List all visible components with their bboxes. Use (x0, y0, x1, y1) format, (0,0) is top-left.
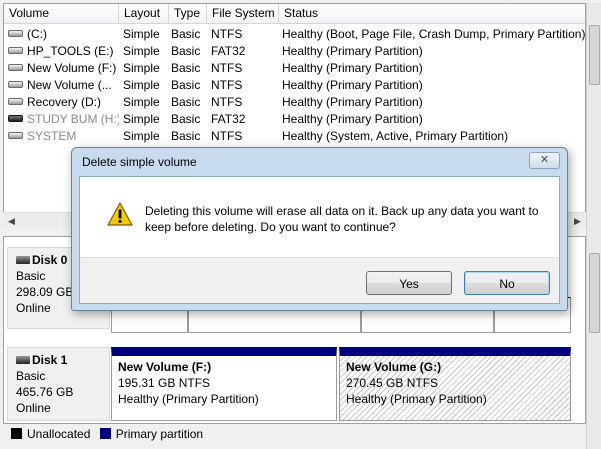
delete-volume-dialog: Delete simple volume ✕ Deleting this vol… (71, 147, 568, 311)
volume-type: Basic (171, 112, 201, 126)
volume-name: SYSTEM (27, 129, 77, 143)
volume-row[interactable]: HP_TOOLS (E:) Simple Basic FAT32 Healthy… (4, 43, 585, 60)
dialog-title: Delete simple volume (82, 155, 197, 169)
volume-status: Healthy (Primary Partition) (282, 44, 423, 58)
column-header-file-system[interactable]: File System (207, 4, 279, 24)
volume-row[interactable]: New Volume (F:) Simple Basic NTFS Health… (4, 60, 585, 77)
volume-name: HP_TOOLS (E:) (27, 44, 114, 58)
column-header-status[interactable]: Status (279, 4, 585, 24)
scroll-right-icon[interactable]: ▶ (569, 213, 586, 230)
drive-icon (8, 47, 23, 55)
volume-status: Healthy (Primary Partition) (282, 112, 423, 126)
drive-icon (8, 81, 23, 89)
column-header-type[interactable]: Type (169, 4, 207, 24)
volume-status: Healthy (Primary Partition) (282, 61, 423, 75)
volume-layout: Simple (123, 27, 160, 41)
volume-layout: Simple (123, 61, 160, 75)
volume-name: New Volume (... (27, 78, 112, 92)
disk-icon (16, 355, 30, 364)
volume-file-system: NTFS (211, 95, 243, 109)
partition-new-volume-f[interactable]: New Volume (F:) 195.31 GB NTFS Healthy (… (111, 347, 337, 421)
volume-file-system: FAT32 (211, 44, 246, 58)
no-button[interactable]: No (464, 271, 550, 295)
volume-name: New Volume (F:) (27, 61, 117, 75)
volume-row[interactable]: SYSTEM Simple Basic NTFS Healthy (System… (4, 128, 585, 145)
volume-file-system: NTFS (211, 129, 243, 143)
close-icon[interactable]: ✕ (529, 152, 560, 169)
dialog-message: Deleting this volume will erase all data… (145, 204, 539, 234)
yes-button[interactable]: Yes (366, 271, 452, 295)
volume-row[interactable]: Recovery (D:) Simple Basic NTFS Healthy … (4, 94, 585, 111)
volume-file-system: FAT32 (211, 112, 246, 126)
legend-primary: Primary partition (115, 427, 204, 441)
dialog-body: Deleting this volume will erase all data… (79, 176, 560, 304)
volume-status: Healthy (System, Active, Primary Partiti… (282, 129, 509, 143)
volume-name: Recovery (D:) (27, 95, 102, 109)
warning-icon (107, 202, 133, 226)
volume-file-system: NTFS (211, 78, 243, 92)
scrollbar-thumb[interactable] (589, 253, 600, 333)
column-header-layout[interactable]: Layout (119, 4, 169, 24)
legend-unallocated: Unallocated (27, 427, 91, 441)
volume-layout: Simple (123, 44, 160, 58)
volume-name: (C:) (27, 27, 47, 41)
volume-type: Basic (171, 44, 201, 58)
scroll-left-icon[interactable]: ◀ (3, 213, 20, 230)
drive-icon (8, 132, 23, 140)
volume-status: Healthy (Boot, Page File, Crash Dump, Pr… (282, 27, 586, 41)
drive-icon (8, 64, 23, 72)
scrollbar-thumb[interactable] (589, 25, 600, 85)
volume-type: Basic (171, 78, 201, 92)
disk-1-label[interactable]: Disk 1 Basic 465.76 GB Online (7, 347, 110, 421)
drive-icon (8, 115, 23, 123)
volume-file-system: NTFS (211, 27, 243, 41)
primary-partition-swatch (99, 428, 111, 440)
volume-layout: Simple (123, 78, 160, 92)
column-header-volume[interactable]: Volume (4, 4, 119, 24)
volume-layout: Simple (123, 129, 160, 143)
volume-type: Basic (171, 61, 201, 75)
volume-name: STUDY BUM (H:) (27, 112, 119, 126)
volume-row[interactable]: STUDY BUM (H:) Simple Basic FAT32 Health… (4, 111, 585, 128)
volume-row[interactable]: New Volume (... Simple Basic NTFS Health… (4, 77, 585, 94)
drive-icon (8, 98, 23, 106)
volume-file-system: NTFS (211, 61, 243, 75)
volume-layout: Simple (123, 95, 160, 109)
volume-status: Healthy (Primary Partition) (282, 78, 423, 92)
volume-type: Basic (171, 129, 201, 143)
volume-list-header: Volume Layout Type File System Status (4, 4, 585, 24)
vertical-scrollbar[interactable] (586, 3, 601, 449)
volume-layout: Simple (123, 112, 160, 126)
volume-type: Basic (171, 27, 201, 41)
partition-new-volume-g[interactable]: New Volume (G:) 270.45 GB NTFS Healthy (… (339, 347, 571, 421)
disk-icon (16, 255, 30, 264)
volume-row[interactable]: (C:) Simple Basic NTFS Healthy (Boot, Pa… (4, 26, 586, 43)
volume-type: Basic (171, 95, 201, 109)
drive-icon (8, 30, 23, 38)
unallocated-swatch (11, 428, 22, 440)
legend: Unallocated Primary partition (3, 424, 586, 444)
dialog-button-bar: Yes No (80, 257, 559, 303)
volume-status: Healthy (Primary Partition) (282, 95, 423, 109)
